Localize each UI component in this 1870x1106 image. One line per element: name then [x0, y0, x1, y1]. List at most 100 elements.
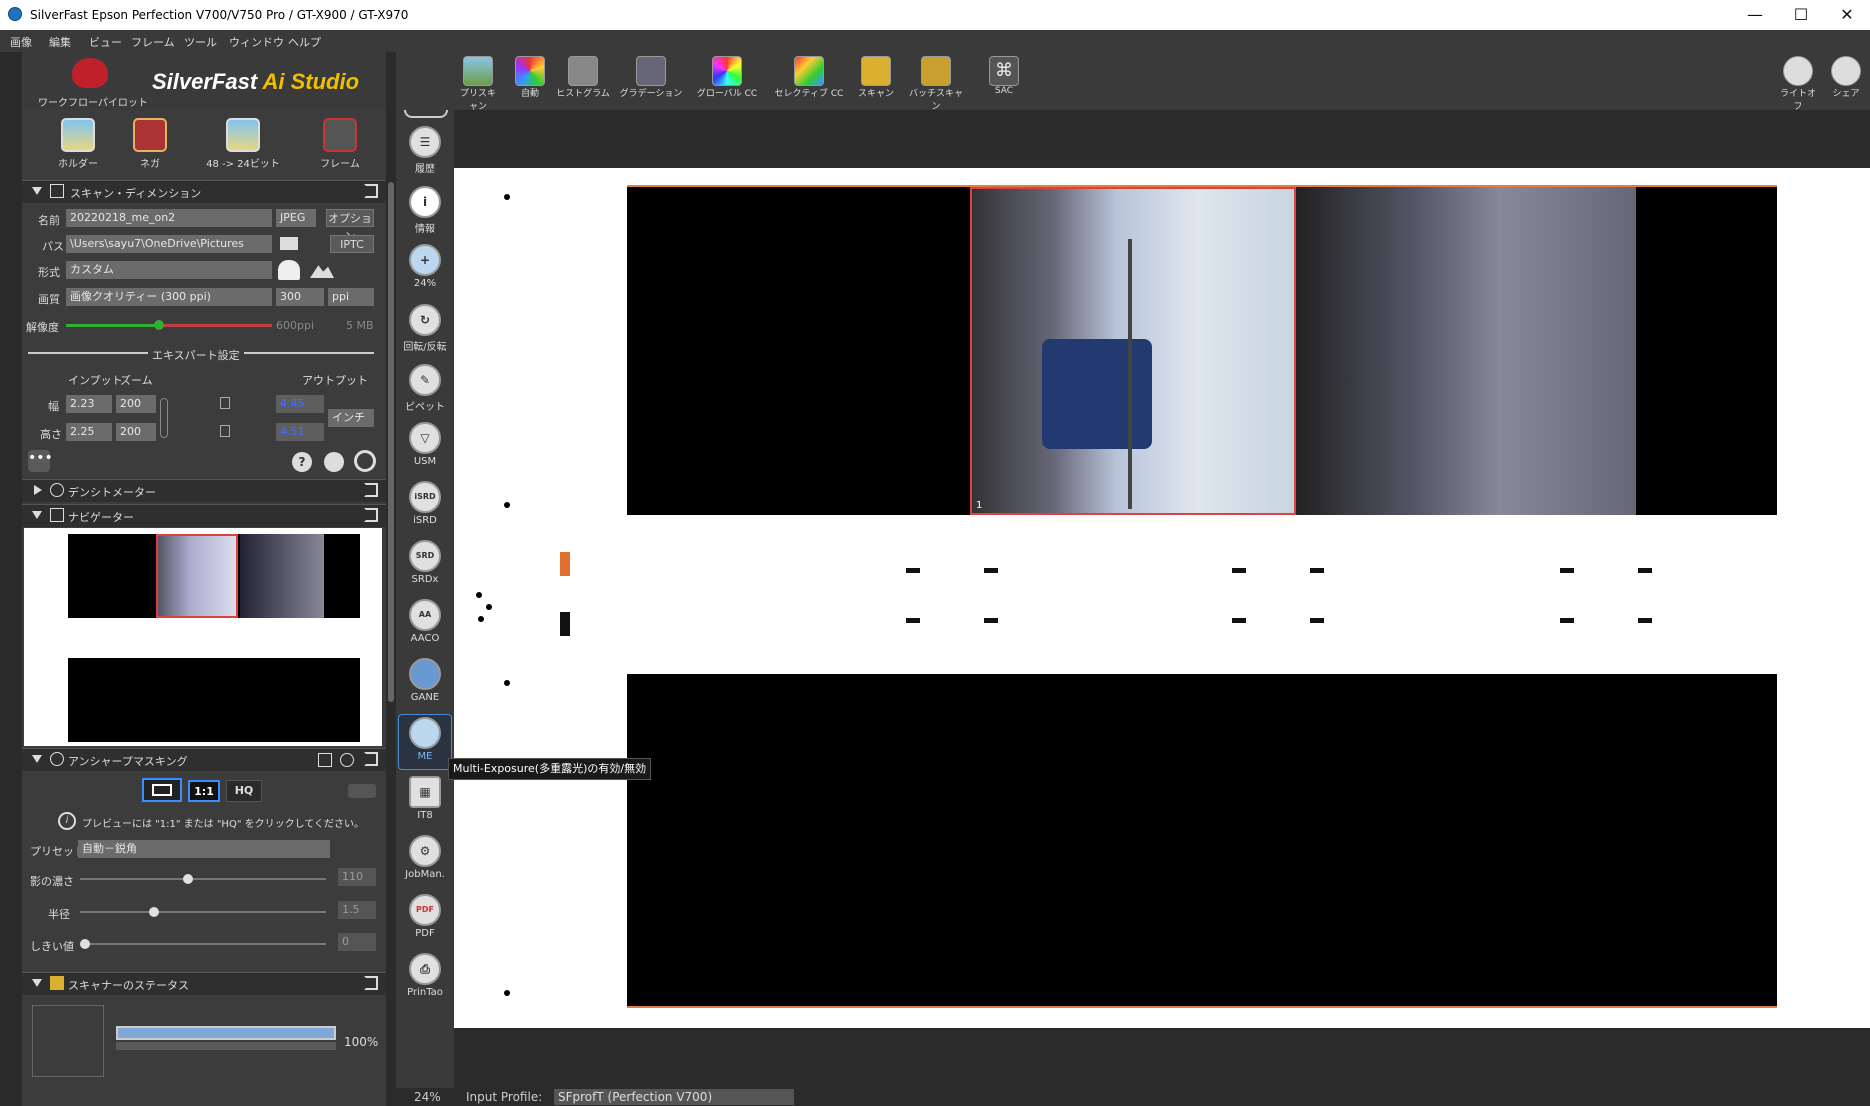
width-lock-icon[interactable]	[220, 397, 230, 409]
zoom-link-icon[interactable]	[160, 398, 168, 438]
menu-help[interactable]: ヘルプ	[288, 34, 321, 50]
detach-icon[interactable]	[364, 976, 378, 990]
menu-view[interactable]: ビュー	[89, 34, 122, 50]
minimize-button[interactable]: —	[1732, 0, 1778, 30]
portrait-icon[interactable]	[278, 260, 300, 280]
srdx-button[interactable]: SRD SRDx	[399, 540, 451, 585]
share-button[interactable]: シェア	[1826, 56, 1866, 99]
pipette-button[interactable]: ✎ ピペット	[399, 364, 451, 413]
scanner-status-header[interactable]: スキャナーのステータス	[22, 972, 386, 995]
negafix-button[interactable]: ネガ	[122, 118, 178, 170]
histogram-button[interactable]: ヒストグラム	[556, 56, 610, 99]
preview-canvas[interactable]: 1	[454, 168, 1870, 1028]
second-scan-frame[interactable]	[1296, 187, 1636, 515]
quality-select[interactable]: 画像クオリティー (300 ppi)	[66, 288, 272, 306]
usm-1to1-button[interactable]: 1:1	[188, 780, 220, 802]
usm-enable-checkbox[interactable]	[318, 753, 332, 767]
width-input-field[interactable]: 2.23	[66, 395, 112, 413]
prescan-button[interactable]: プリスキャン	[458, 56, 498, 112]
selective-cc-button[interactable]: セレクティブ CC	[772, 56, 846, 99]
scan-dimension-header[interactable]: スキャン・ディメンション	[22, 180, 386, 203]
resolution-slider-knob[interactable]	[153, 320, 164, 330]
folder-icon[interactable]	[280, 237, 298, 250]
selected-scan-frame[interactable]: 1	[970, 187, 1296, 515]
isrd-button[interactable]: iSRD iSRD	[399, 481, 451, 526]
nav-frame-2[interactable]	[240, 534, 324, 618]
zoom-button[interactable]: +24%	[399, 244, 451, 289]
iptc-button[interactable]: IPTC	[330, 235, 374, 253]
height-input-field[interactable]: 2.25	[66, 423, 112, 441]
height-lock-icon[interactable]	[220, 425, 230, 437]
detach-icon[interactable]	[364, 184, 378, 198]
play-icon[interactable]	[324, 452, 344, 472]
densitometer-header[interactable]: デンシトメーター	[22, 479, 386, 502]
usm-reset-icon[interactable]	[340, 753, 354, 767]
height-output-field[interactable]: 4.51	[276, 423, 324, 441]
usm-tool-button[interactable]: ▽ USM	[399, 422, 451, 467]
threshold-value-field[interactable]: 0	[338, 933, 376, 951]
history-button[interactable]: ☰ 履歴	[399, 126, 451, 175]
bitdepth-button[interactable]: 48 -> 24ビット	[198, 118, 288, 170]
height-zoom-field[interactable]: 200	[116, 423, 156, 441]
form-select[interactable]: カスタム	[66, 261, 272, 279]
options-button[interactable]: オプション	[326, 209, 374, 243]
ppi-unit-select[interactable]: ppi	[328, 288, 374, 306]
batch-scan-button[interactable]: バッチスキャン	[906, 56, 966, 112]
format-select[interactable]: JPEG	[276, 209, 316, 227]
navigator-header[interactable]: ナビゲーター	[22, 504, 386, 527]
collapse-triangle-icon[interactable]	[32, 511, 42, 519]
width-output-field[interactable]: 4.45	[276, 395, 324, 413]
usm-camera-icon[interactable]	[348, 784, 376, 798]
it8-button[interactable]: ▦ IT8	[399, 776, 451, 821]
help-icon[interactable]: ?	[292, 452, 312, 472]
nav-selected-frame[interactable]	[156, 534, 238, 618]
aaco-button[interactable]: AA AACO	[399, 599, 451, 644]
menu-tools[interactable]: ツール	[184, 34, 217, 50]
width-zoom-field[interactable]: 200	[116, 395, 156, 413]
usm-preview-frame-button[interactable]	[142, 778, 182, 802]
menu-image[interactable]: 画像	[10, 34, 32, 50]
shadow-value-field[interactable]: 110	[338, 868, 376, 886]
gradation-button[interactable]: グラデーション	[618, 56, 684, 99]
jobmanager-button[interactable]: ⚙ JobMan.	[399, 835, 451, 880]
more-options-icon[interactable]: •••	[28, 450, 53, 472]
toolbar-scroll-up-icon[interactable]	[404, 110, 448, 118]
path-field[interactable]: \Users\sayu7\OneDrive\Pictures	[66, 235, 272, 253]
frame-tools-button[interactable]: フレーム	[312, 118, 368, 170]
scrollbar-thumb[interactable]	[388, 182, 394, 702]
collapse-triangle-icon[interactable]	[32, 187, 42, 195]
unit-select[interactable]: インチ	[328, 409, 374, 427]
radius-value-field[interactable]: 1.5	[338, 901, 376, 919]
collapse-triangle-icon[interactable]	[32, 755, 42, 763]
info-button[interactable]: i 情報	[399, 186, 451, 235]
global-cc-button[interactable]: グローバル CC	[692, 56, 762, 99]
radius-slider-track[interactable]	[80, 907, 326, 917]
resolution-track[interactable]	[66, 320, 272, 330]
expand-triangle-icon[interactable]	[34, 485, 42, 495]
menu-frame[interactable]: フレーム	[131, 34, 175, 50]
radius-slider-knob[interactable]	[148, 907, 159, 917]
threshold-slider-knob[interactable]	[80, 939, 90, 949]
sac-button[interactable]: ⌘ SAC	[984, 56, 1024, 96]
rotate-button[interactable]: ↻ 回転/反転	[399, 304, 451, 353]
filename-field[interactable]: 20220218_me_on2	[66, 209, 272, 227]
threshold-slider-track[interactable]	[80, 939, 326, 949]
input-profile-select[interactable]: SFprofT (Perfection V700)	[554, 1089, 794, 1105]
detach-icon[interactable]	[364, 752, 378, 766]
shadow-slider-track[interactable]	[80, 874, 326, 884]
quality-ppi-field[interactable]: 300	[276, 288, 324, 306]
detach-icon[interactable]	[364, 483, 378, 497]
left-panel-scrollbar[interactable]	[386, 52, 396, 1106]
gane-button[interactable]: GANE	[399, 658, 451, 703]
me-button[interactable]: ME	[399, 717, 451, 762]
navigator-thumbnail[interactable]	[24, 528, 382, 746]
expert-settings-label[interactable]: エキスパート設定	[148, 347, 244, 363]
usm-header[interactable]: アンシャープマスキング	[22, 748, 386, 771]
preset-select[interactable]: 自動－鋭角	[78, 840, 330, 858]
auto-button[interactable]: 自動	[510, 56, 550, 99]
scan-button[interactable]: スキャン	[856, 56, 896, 99]
collapse-triangle-icon[interactable]	[32, 979, 42, 987]
detach-icon[interactable]	[364, 508, 378, 522]
workflow-pilot-icon[interactable]	[72, 58, 108, 88]
refresh-icon[interactable]	[354, 450, 376, 472]
